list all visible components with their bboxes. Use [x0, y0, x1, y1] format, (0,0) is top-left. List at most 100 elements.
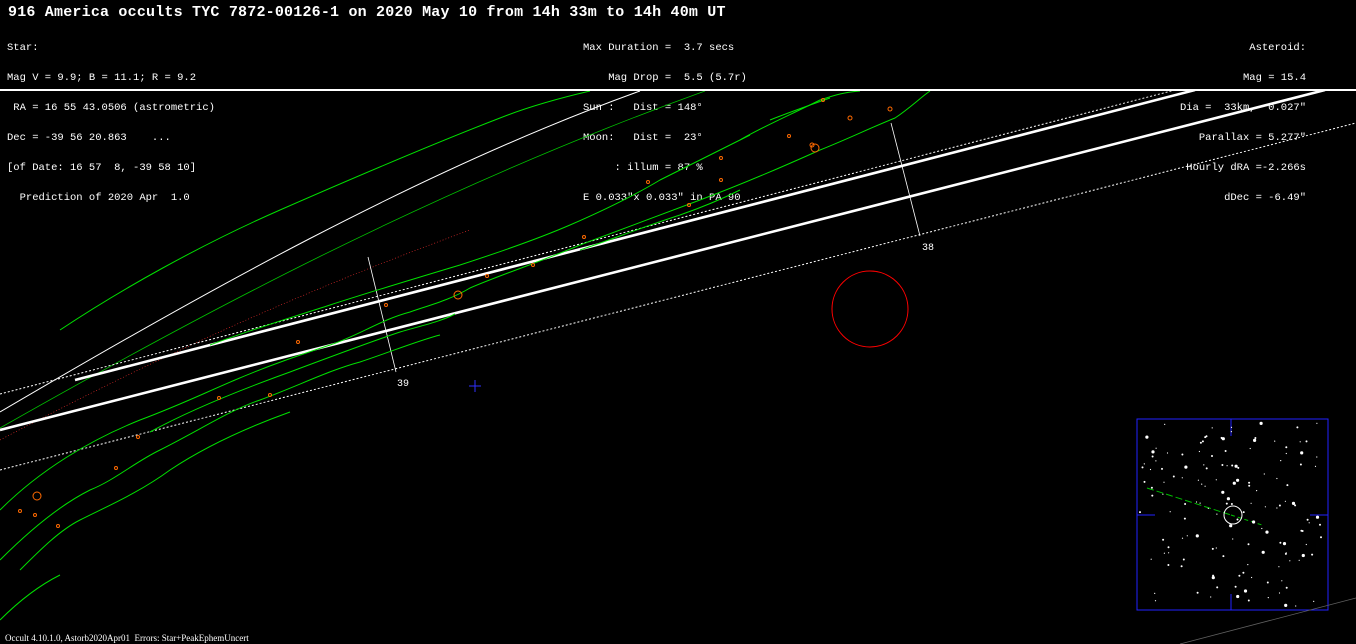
site-marker: [18, 509, 22, 513]
site-marker: [582, 235, 586, 239]
field-star: [1155, 460, 1157, 462]
field-star: [1150, 486, 1153, 489]
field-star: [1167, 546, 1170, 549]
field-star: [1201, 483, 1203, 485]
field-star: [1313, 600, 1315, 603]
field-star: [1314, 465, 1317, 467]
field-star: [1278, 592, 1281, 594]
field-star: [1261, 550, 1265, 554]
uncertainty-south-line: [0, 122, 1356, 471]
field-star: [1315, 515, 1320, 519]
field-star: [1203, 464, 1205, 466]
field-star: [1197, 479, 1199, 481]
field-star: [1186, 535, 1188, 537]
field-star: [1182, 558, 1185, 561]
field-star: [1237, 466, 1240, 469]
site-marker: [33, 513, 37, 517]
field-star: [1278, 504, 1281, 507]
field-star: [1234, 464, 1238, 468]
field-star: [1155, 447, 1157, 449]
field-star: [1205, 467, 1208, 470]
field-star: [1299, 463, 1302, 466]
field-star: [1163, 552, 1165, 554]
field-star: [1276, 507, 1278, 509]
field-star: [1226, 465, 1228, 467]
field-star: [1278, 566, 1280, 568]
field-star: [1301, 553, 1305, 558]
occultation-map-window: 916 America occults TYC 7872-00126-1 on …: [0, 0, 1356, 644]
field-star: [1211, 576, 1215, 580]
field-star: [1143, 480, 1146, 483]
site-marker: [485, 274, 489, 278]
field-star: [1253, 438, 1257, 442]
field-star: [1230, 503, 1233, 505]
time-label-39: 39: [397, 379, 409, 390]
site-marker: [32, 491, 42, 501]
field-star: [1236, 518, 1239, 521]
field-star: [1225, 502, 1228, 505]
coastline: [0, 334, 441, 561]
field-star: [1172, 475, 1175, 478]
site-marker: [136, 435, 140, 439]
field-star: [1195, 534, 1199, 538]
site-marker: [810, 143, 820, 153]
field-star: [1204, 485, 1206, 487]
site-marker: [268, 393, 272, 397]
field-star: [1266, 581, 1269, 584]
field-star: [1291, 501, 1296, 505]
site-marker: [719, 156, 723, 160]
field-star: [1216, 586, 1219, 589]
field-star: [1199, 502, 1201, 504]
field-star: [1284, 603, 1288, 608]
site-marker: [114, 466, 118, 470]
field-star: [1220, 436, 1223, 439]
field-star: [1164, 423, 1166, 425]
coastline: [19, 411, 291, 571]
field-star: [1247, 599, 1250, 602]
site-marker: [296, 340, 300, 344]
field-star: [1281, 580, 1283, 582]
field-star: [1145, 435, 1149, 439]
field-star: [1143, 463, 1145, 465]
field-star: [1252, 520, 1256, 524]
field-star: [1248, 481, 1251, 484]
field-star: [1181, 453, 1184, 456]
field-star: [1199, 441, 1202, 444]
field-star: [1242, 571, 1245, 574]
field-star: [1215, 547, 1217, 549]
field-star: [1230, 426, 1233, 428]
field-star: [1211, 427, 1213, 429]
site-marker: [719, 178, 723, 182]
path-north-edge: [74, 91, 1196, 382]
field-star: [1264, 506, 1266, 508]
coastline: [209, 134, 751, 346]
field-star: [1168, 552, 1170, 554]
site-marker: [887, 106, 893, 112]
coastline: [0, 574, 61, 621]
field-star: [1216, 513, 1218, 515]
field-star: [1295, 605, 1297, 607]
coastline-group: [0, 91, 931, 621]
field-star: [1180, 565, 1183, 568]
field-star: [1247, 564, 1249, 566]
field-star: [1163, 481, 1165, 483]
field-star: [1296, 426, 1299, 429]
field-star: [1222, 555, 1225, 558]
field-star: [1311, 553, 1314, 556]
field-star: [1261, 527, 1263, 530]
field-star: [1162, 538, 1165, 541]
field-star: [1267, 597, 1269, 599]
field-star: [1181, 537, 1184, 539]
field-star: [1151, 450, 1155, 454]
field-star: [1242, 511, 1245, 514]
field-star: [1162, 493, 1164, 495]
site-marker: [646, 180, 650, 184]
site-marker: [384, 303, 388, 307]
field-star: [1285, 446, 1288, 449]
field-star: [1215, 479, 1217, 481]
field-star: [1149, 468, 1152, 471]
field-star: [1243, 589, 1248, 593]
field-star: [1195, 501, 1198, 503]
field-star: [1263, 473, 1265, 475]
path-south-edge: [0, 91, 1326, 432]
